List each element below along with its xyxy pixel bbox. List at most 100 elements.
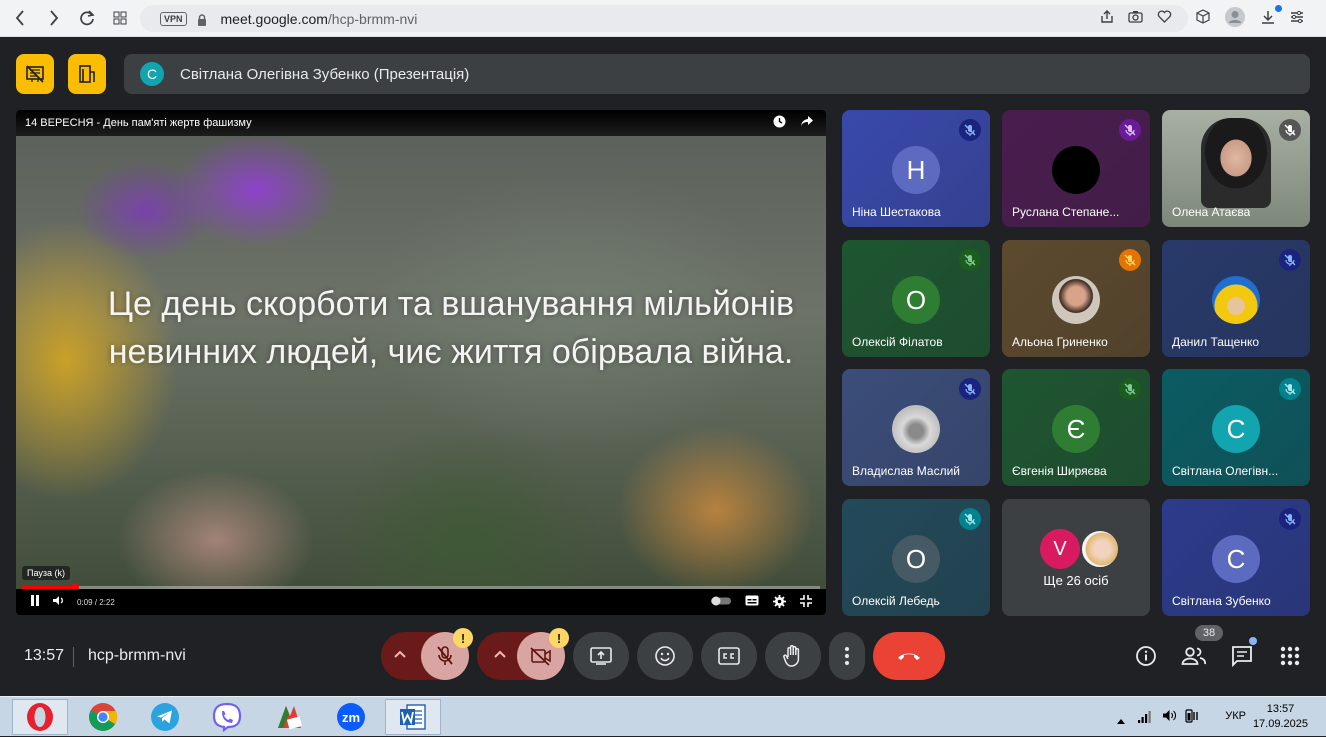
chrome-taskbar-icon[interactable] — [75, 699, 131, 735]
video-settings-icon[interactable] — [773, 595, 786, 611]
video-title-bar: 14 ВЕРЕСНЯ - День пам'яті жертв фашизму — [16, 110, 826, 136]
profile-avatar-icon[interactable] — [1224, 6, 1246, 32]
captions-button[interactable] — [701, 632, 757, 680]
layout-button[interactable] — [68, 54, 106, 94]
reload-icon[interactable] — [70, 0, 103, 37]
forward-icon[interactable] — [37, 0, 70, 37]
mic-off-icon — [959, 119, 981, 141]
lock-icon[interactable] — [197, 13, 207, 26]
pause-icon[interactable] — [30, 595, 40, 609]
participant-tile[interactable]: Альона Гриненко — [1002, 240, 1150, 357]
presentation-mode-button[interactable] — [16, 54, 54, 94]
word-taskbar-icon[interactable] — [385, 699, 441, 735]
present-screen-button[interactable] — [573, 632, 629, 680]
vpn-badge[interactable]: VPN — [160, 11, 187, 26]
participant-tile[interactable]: С Світлана Олегівн... — [1162, 369, 1310, 486]
opera-taskbar-icon[interactable] — [12, 699, 68, 735]
system-tray: УКР 13:57 17.09.2025 — [1096, 697, 1326, 737]
participant-avatar: Н — [892, 146, 940, 194]
presentation-video[interactable]: 14 ВЕРЕСНЯ - День пам'яті жертв фашизму … — [16, 110, 826, 615]
leave-call-button[interactable] — [873, 632, 945, 680]
download-icon[interactable] — [1260, 4, 1282, 29]
participant-avatar: V — [1040, 529, 1080, 569]
volume-icon[interactable] — [52, 595, 65, 609]
camera-off-icon — [530, 647, 551, 666]
speaker-icon[interactable] — [1162, 709, 1176, 727]
more-vert-icon — [845, 647, 849, 665]
zoom-taskbar-icon[interactable]: zm — [323, 699, 379, 735]
chat-notification-dot — [1249, 637, 1257, 645]
presenter-banner: С Світлана Олегівна Зубенко (Презентація… — [124, 54, 1310, 94]
subtitles-icon[interactable] — [745, 595, 759, 611]
back-icon[interactable] — [3, 0, 36, 37]
mic-off-icon — [959, 508, 981, 530]
camera-icon[interactable] — [1128, 10, 1143, 27]
more-options-button[interactable] — [829, 632, 865, 680]
participant-tile[interactable]: С Світлана Зубенко — [1162, 499, 1310, 616]
download-dot — [1275, 4, 1282, 12]
meet-header: С Світлана Олегівна Зубенко (Презентація… — [16, 54, 1310, 94]
watch-later-icon[interactable] — [773, 115, 786, 131]
keyboard-language[interactable]: УКР — [1225, 710, 1246, 722]
autoplay-toggle-icon[interactable] — [711, 595, 731, 611]
presenter-avatar: С — [140, 62, 164, 86]
participant-tile[interactable]: Данил Тащенко — [1162, 240, 1310, 357]
participant-tile[interactable]: Олена Атаєва — [1162, 110, 1310, 227]
camera-options-chevron-icon[interactable] — [493, 646, 507, 664]
taskbar-time: 13:57 — [1266, 703, 1295, 715]
cube-icon[interactable] — [1196, 9, 1210, 28]
telegram-taskbar-icon[interactable] — [137, 699, 193, 735]
participant-avatar — [1212, 276, 1260, 324]
share-icon[interactable] — [800, 115, 814, 131]
tabs-grid-icon[interactable] — [103, 0, 136, 37]
settings-sliders-icon[interactable] — [1290, 10, 1304, 28]
show-hidden-icons-icon[interactable] — [1116, 712, 1126, 730]
participant-name: Олексій Філатов — [852, 335, 943, 349]
mic-off-icon — [1119, 249, 1141, 271]
taskbar-date: 17.09.2025 — [1252, 718, 1308, 730]
participant-tile[interactable]: V Ще 26 осіб — [1002, 499, 1150, 616]
share-page-icon[interactable] — [1100, 10, 1114, 27]
camera-warning-badge: ! — [549, 628, 569, 648]
participant-tile[interactable]: Владислав Маслий — [842, 369, 990, 486]
mic-off-icon — [1119, 119, 1141, 141]
participant-avatar: С — [1212, 405, 1260, 453]
participant-name: Владислав Маслий — [852, 464, 960, 478]
battery-icon[interactable] — [1184, 709, 1200, 728]
participant-tile[interactable]: Є Євгенія Ширяєва — [1002, 369, 1150, 486]
emoji-icon — [655, 646, 675, 666]
m-doc-taskbar-icon[interactable] — [261, 699, 317, 735]
zoom-logo-text: zm — [342, 710, 360, 725]
raise-hand-button[interactable] — [765, 632, 821, 680]
participant-avatar — [1052, 276, 1100, 324]
url-host: meet.google.com — [220, 10, 328, 27]
taskbar-clock[interactable]: 13:57 17.09.2025 — [1253, 702, 1308, 732]
video-title: 14 ВЕРЕСНЯ - День пам'яті жертв фашизму — [25, 117, 252, 129]
address-bar[interactable]: VPN meet.google.com/hcp-brmm-nvi — [140, 5, 1188, 32]
participant-tile[interactable]: Н Ніна Шестакова — [842, 110, 990, 227]
heart-icon[interactable] — [1157, 10, 1172, 27]
network-signal-icon[interactable] — [1138, 710, 1152, 728]
activities-grid-icon[interactable] — [1277, 643, 1303, 669]
participant-tile[interactable]: О Олексій Філатов — [842, 240, 990, 357]
participant-avatar — [892, 405, 940, 453]
exit-fullscreen-icon[interactable] — [800, 595, 812, 611]
meeting-info-icon[interactable] — [1133, 643, 1159, 669]
windows-taskbar: zm УКР 13:57 17.09.2025 — [0, 696, 1326, 736]
mic-off-icon — [1279, 119, 1301, 141]
pause-tooltip: Пауза (k) — [22, 566, 70, 580]
mic-off-icon — [959, 378, 981, 400]
participant-name: Олексій Лебедь — [852, 594, 940, 608]
participant-tile[interactable]: Руслана Степане... — [1002, 110, 1150, 227]
call-controls-bar: 13:57 hcp-brmm-nvi ! ! 38 — [0, 625, 1326, 695]
presenter-title: Світлана Олегівна Зубенко (Презентація) — [180, 65, 470, 83]
meeting-code: hcp-brmm-nvi — [88, 647, 186, 664]
people-icon[interactable] — [1181, 643, 1207, 669]
mic-off-icon — [1119, 378, 1141, 400]
participant-tile[interactable]: О Олексій Лебедь — [842, 499, 990, 616]
chat-icon[interactable] — [1229, 637, 1257, 669]
viber-taskbar-icon[interactable] — [199, 699, 255, 735]
reactions-button[interactable] — [637, 632, 693, 680]
participant-avatar-photo — [1080, 529, 1120, 569]
mic-options-chevron-icon[interactable] — [393, 646, 407, 664]
